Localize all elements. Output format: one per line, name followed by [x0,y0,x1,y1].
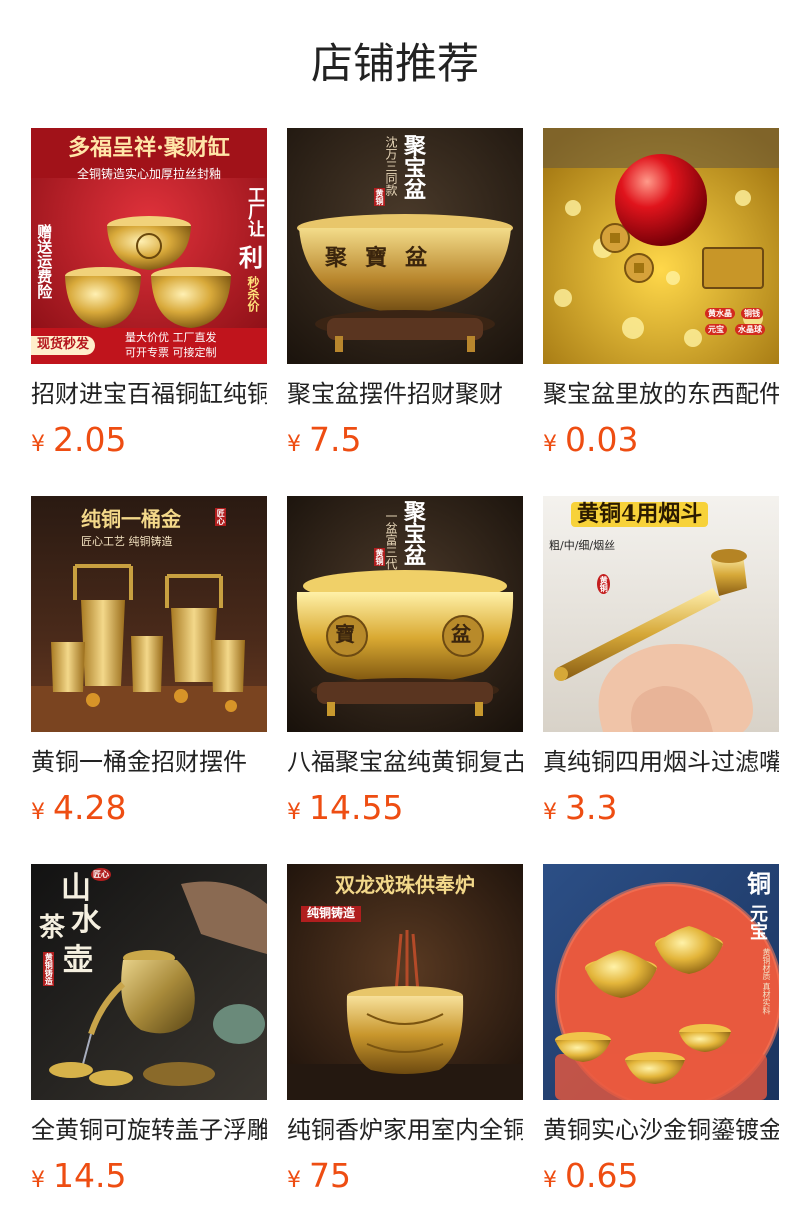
product-image[interactable]: 聚宝盆 一盆富三代 黄铜 寶 盆 [287,496,523,732]
banner-footer-a: 量大价优 工厂直发 [125,331,217,344]
currency-symbol: ¥ [287,800,301,825]
price-value: 7.5 [309,420,362,459]
product-subtitle-vertical: 一盆富三代 [384,510,398,570]
product-card[interactable]: 双龙戏珠供奉炉 纯铜铸造 纯铜香炉家用室内全铜 ¥75 [287,864,523,1202]
banner-headline: 双龙戏珠供奉炉 [335,873,475,897]
product-name[interactable]: 真纯铜四用烟斗过滤嘴 [543,746,779,778]
title-char-4: 壶 [63,943,93,978]
product-image[interactable]: 匠心 山 茶 水 壶 黄铜铸造 [31,864,267,1100]
product-card[interactable]: 黄铜4用烟斗 粗/中/细/烟丝 黄铜 真纯铜四用烟斗过滤嘴 ¥3.3 [543,496,779,834]
tag-citrine: 黄水晶 [705,308,735,320]
price-value: 14.5 [53,1156,127,1195]
product-name[interactable]: 黄铜实心沙金铜鎏镀金 [543,1114,779,1146]
bowl-inscription: 聚寶盆 [325,245,446,271]
price-value: 4.28 [53,788,127,827]
product-price: ¥14.55 [287,788,523,834]
product-card[interactable]: 纯铜一桶金 匠心 匠心工艺 纯铜铸造 黄铜一桶金招财摆件 ¥4.28 [31,496,267,834]
currency-symbol: ¥ [543,432,557,457]
banner-side-right-a: 工厂让 [244,186,264,237]
product-image[interactable]: 纯铜一桶金 匠心 匠心工艺 纯铜铸造 [31,496,267,732]
brass-seal: 黄铜 [373,188,385,206]
title-char-2: 茶 [39,913,66,943]
product-card[interactable]: 多福呈祥·聚财缸 全铜铸造实心加厚拉丝封釉 赠送运费险 工厂让 利 秒杀价 现货… [31,128,267,466]
product-image[interactable]: 双龙戏珠供奉炉 纯铜铸造 [287,864,523,1100]
price-value: 3.3 [565,788,618,827]
product-card[interactable]: 聚宝盆 一盆富三代 黄铜 寶 盆 八福聚宝盆纯黄铜复古 ¥14.55 [287,496,523,834]
product-price: ¥14.5 [31,1156,267,1202]
product-image[interactable]: 黄铜4用烟斗 粗/中/细/烟丝 黄铜 [543,496,779,732]
product-image[interactable]: 铜 元宝 铜 黄铜材质 真材实料 [543,864,779,1100]
product-title-vertical: 聚宝盆 [400,500,426,566]
title-char-copper: 铜 [747,869,771,898]
product-name[interactable]: 全黄铜可旋转盖子浮雕 [31,1114,267,1146]
material-note: 黄铜材质 真材实料 [762,948,771,1015]
product-grid: 多福呈祥·聚财缸 全铜铸造实心加厚拉丝封釉 赠送运费险 工厂让 利 秒杀价 现货… [31,128,779,1228]
currency-symbol: ¥ [287,432,301,457]
title-ingot: 元宝 [747,904,768,940]
product-name[interactable]: 招财进宝百福铜缸纯铜 [31,378,267,410]
brass-seal: 黄铜 [597,574,611,594]
product-image[interactable]: 聚宝盆 沈万三同款 黄铜 聚寶盆 [287,128,523,364]
product-name[interactable]: 聚宝盆里放的东西配件 [543,378,779,410]
product-card[interactable]: 聚宝盆 沈万三同款 黄铜 聚寶盆 聚宝盆摆件招财聚财 ¥7.5 [287,128,523,466]
product-image[interactable]: 多福呈祥·聚财缸 全铜铸造实心加厚拉丝封釉 赠送运费险 工厂让 利 秒杀价 现货… [31,128,267,364]
product-price: ¥3.3 [543,788,779,834]
currency-symbol: ¥ [31,800,45,825]
banner-side-right-b: 利 [239,243,263,272]
banner-subline: 匠心工艺 纯铜铸造 [81,535,173,548]
page-title: 店铺推荐 [310,39,479,88]
brass-seal: 黄铜铸造 [43,952,55,986]
product-price: ¥0.65 [543,1156,779,1202]
banner-footer-b: 可开专票 可接定制 [125,346,217,359]
banner-side-left: 赠送运费险 [35,224,54,299]
product-name[interactable]: 聚宝盆摆件招财聚财 [287,378,523,410]
bowl-character-right: 盆 [451,622,471,646]
tag-ingot: 元宝 [705,324,727,336]
product-name[interactable]: 黄铜一桶金招财摆件 [31,746,267,778]
brass-seal: 黄铜 [373,548,385,566]
product-name[interactable]: 纯铜香炉家用室内全铜 [287,1114,523,1146]
price-value: 14.55 [309,788,404,827]
currency-symbol: ¥ [31,1168,45,1193]
banner-headline: 黄铜4用烟斗 [571,501,709,528]
banner-headline: 多福呈祥·聚财缸 [68,135,230,161]
price-value: 0.65 [565,1156,639,1195]
product-title-vertical: 聚宝盆 [400,134,426,200]
product-subtitle-vertical: 沈万三同款 [384,136,398,196]
price-value: 0.03 [565,420,639,459]
bowl-character-left: 寶 [335,622,355,646]
currency-symbol: ¥ [287,1168,301,1193]
currency-symbol: ¥ [543,800,557,825]
currency-symbol: ¥ [31,432,45,457]
product-image[interactable]: 黄水晶 铜钱 元宝 水晶球 [543,128,779,364]
banner-subline: 粗/中/细/烟丝 [549,539,616,552]
title-char-3: 水 [71,903,101,938]
product-price: ¥7.5 [287,420,523,466]
product-price: ¥4.28 [31,788,267,834]
currency-symbol: ¥ [543,1168,557,1193]
product-price: ¥75 [287,1156,523,1202]
product-card[interactable]: 黄水晶 铜钱 元宝 水晶球 聚宝盆里放的东西配件 ¥0.03 [543,128,779,466]
product-card[interactable]: 匠心 山 茶 水 壶 黄铜铸造 全黄铜可旋转盖子浮雕 ¥14.5 [31,864,267,1202]
product-price: ¥2.05 [31,420,267,466]
product-name[interactable]: 八福聚宝盆纯黄铜复古 [287,746,523,778]
banner-subline: 纯铜铸造 [301,906,362,922]
banner-headline: 纯铜一桶金 [81,507,181,531]
product-price: ¥0.03 [543,420,779,466]
banner-side-right-c: 秒杀价 [246,276,260,312]
craft-seal: 匠心 [215,508,227,526]
banner-subline: 全铜铸造实心加厚拉丝封釉 [76,167,221,181]
in-stock-badge: 现货秒发 [31,336,96,355]
tag-coins: 铜钱 [741,308,763,320]
price-value: 75 [309,1156,351,1195]
product-card[interactable]: 铜 元宝 铜 黄铜材质 真材实料 黄铜实心沙金铜鎏镀金 ¥0.65 [543,864,779,1202]
price-value: 2.05 [53,420,127,459]
title-char-1: 山 [61,871,91,906]
tag-crystal-ball: 水晶球 [735,324,765,336]
